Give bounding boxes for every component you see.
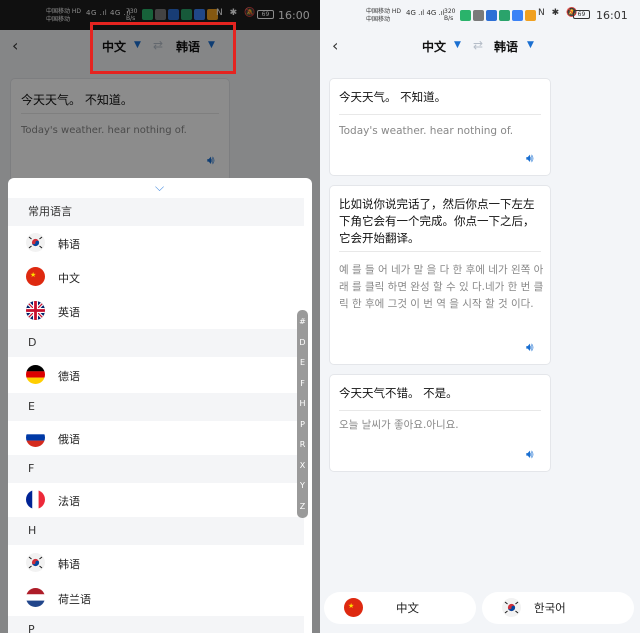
- uk-flag-icon: [26, 301, 45, 320]
- language-name: 韩语: [58, 558, 80, 571]
- index-letter[interactable]: F: [300, 374, 305, 395]
- swap-icon[interactable]: ⇄: [473, 38, 483, 52]
- chevron-down-icon[interactable]: ⌵: [155, 180, 164, 195]
- language-item[interactable]: 德语: [8, 358, 304, 392]
- translate-header: ‹ 中文 ▼ ⇄ 韩语 ▼: [320, 30, 640, 64]
- section-header-d: D: [8, 329, 304, 357]
- china-flag-icon: ★: [344, 598, 363, 617]
- language-item[interactable]: 荷兰语: [8, 581, 304, 615]
- language-item[interactable]: 俄语: [8, 421, 304, 455]
- back-icon[interactable]: ‹: [332, 36, 338, 55]
- notification-icons: [460, 10, 536, 21]
- language-item[interactable]: 法语: [8, 483, 304, 517]
- app-icon: [499, 10, 510, 21]
- source-text: 今天天气不错。 不是。: [339, 386, 458, 400]
- left-screen: 中国移动 HD 中国移动 4G .ıl 4G .ıl 730 B/s N ✱ 🔕…: [0, 0, 320, 633]
- index-letter[interactable]: #: [299, 312, 306, 333]
- language-name: 德语: [58, 370, 80, 383]
- bottom-language-bar: ★ 中文 한국어: [320, 584, 640, 633]
- language-name: 法语: [58, 495, 80, 508]
- chat-icon: [473, 10, 484, 21]
- language-item[interactable]: 英语: [8, 294, 304, 328]
- language-picker-sheet: ⌵ 常用语言 韩语 ★ 中文 英语 D 德语 E 俄语 F 法语 H 韩语 荷兰…: [8, 178, 312, 633]
- screenshot-root: 中国移动 HD 中国移动 4G .ıl 4G .ıl 730 B/s N ✱ 🔕…: [0, 0, 640, 633]
- alphabet-index-scrollbar[interactable]: # D E F H P R X Y Z: [297, 310, 308, 518]
- index-letter[interactable]: R: [300, 435, 306, 456]
- divider: [339, 114, 541, 115]
- section-header-common: 常用语言: [8, 198, 304, 226]
- language-name: 中文: [58, 272, 80, 285]
- svg-text:★: ★: [348, 602, 354, 610]
- index-letter[interactable]: P: [300, 415, 305, 436]
- index-letter[interactable]: D: [299, 333, 305, 354]
- pill-label: 中文: [396, 601, 419, 615]
- carrier-label: 中国移动 HD 中国移动: [366, 8, 402, 23]
- translated-text: Today's weather. hear nothing of.: [339, 125, 514, 137]
- divider: [339, 410, 541, 411]
- caret-down-icon[interactable]: ▼: [527, 40, 534, 50]
- translation-card[interactable]: 比如说你说完话了，然后你点一下左左下角它会有一个完成。你点一下之后，它会开始翻译…: [329, 185, 551, 365]
- netherlands-flag-icon: [26, 588, 45, 607]
- language-item[interactable]: ★ 中文: [8, 260, 304, 294]
- app-icon: [512, 10, 523, 21]
- language-name: 韩语: [58, 238, 80, 251]
- svg-text:★: ★: [30, 271, 36, 279]
- highlight-annotation-box: [90, 22, 236, 74]
- app-icon: [460, 10, 471, 21]
- language-name: 俄语: [58, 433, 80, 446]
- france-flag-icon: [26, 490, 45, 509]
- index-letter[interactable]: Z: [300, 497, 305, 518]
- divider: [339, 251, 541, 252]
- right-screen: 中国移动 HD 中国移动 4G .ıl 4G .ıl 320 B/s N ✱ 🔕…: [320, 0, 640, 633]
- source-text: 比如说你说完话了，然后你点一下左左下角它会有一个完成。你点一下之后，它会开始翻译…: [339, 197, 535, 245]
- pill-label: 한국어: [534, 601, 566, 615]
- speaker-icon[interactable]: 🔊︎: [526, 151, 534, 166]
- battery-icon: 69: [573, 10, 590, 19]
- clock: 16:01: [596, 9, 628, 22]
- status-bar: 中国移动 HD 中国移动 4G .ıl 4G .ıl 320 B/s N ✱ 🔕…: [320, 0, 640, 30]
- index-letter[interactable]: Y: [300, 476, 305, 497]
- korea-flag-icon: [26, 553, 45, 572]
- chinese-speak-button[interactable]: ★ 中文: [324, 592, 476, 624]
- china-flag-icon: ★: [26, 267, 45, 286]
- section-header-h: H: [8, 517, 304, 545]
- section-header-e: E: [8, 393, 304, 421]
- language-item[interactable]: 韩语: [8, 546, 304, 580]
- germany-flag-icon: [26, 365, 45, 384]
- translation-card[interactable]: 今天天气不错。 不是。 오늘 날씨가 좋아요.아니요. 🔊︎: [329, 374, 551, 472]
- app-icon: [486, 10, 497, 21]
- translated-text: 오늘 날씨가 좋아요.아니요.: [339, 419, 459, 431]
- speaker-icon[interactable]: 🔊︎: [526, 447, 534, 462]
- index-letter[interactable]: E: [300, 353, 305, 374]
- source-language-selector[interactable]: 中文: [422, 38, 446, 55]
- russia-flag-icon: [26, 428, 45, 447]
- speaker-icon[interactable]: 🔊︎: [526, 340, 534, 355]
- target-language-selector[interactable]: 韩语: [494, 38, 518, 55]
- korea-flag-icon: [26, 233, 45, 252]
- index-letter[interactable]: X: [300, 456, 305, 477]
- section-header-p: P: [8, 616, 304, 633]
- app-icon: [525, 10, 536, 21]
- language-name: 荷兰语: [58, 593, 91, 606]
- language-item[interactable]: 韩语: [8, 226, 304, 260]
- net-speed: 320 B/s: [444, 8, 456, 22]
- caret-down-icon[interactable]: ▼: [454, 40, 461, 50]
- korean-speak-button[interactable]: 한국어: [482, 592, 634, 624]
- source-text: 今天天气。 不知道。: [339, 90, 447, 104]
- korea-flag-icon: [502, 598, 521, 617]
- language-name: 英语: [58, 306, 80, 319]
- translated-text: 예 를 들 어 네가 말 을 다 한 후에 네가 왼쪽 아래 를 클릭 하면 완…: [339, 264, 544, 310]
- index-letter[interactable]: H: [299, 394, 305, 415]
- section-header-f: F: [8, 455, 304, 483]
- translation-card[interactable]: 今天天气。 不知道。 Today's weather. hear nothing…: [329, 78, 551, 176]
- signal-icon: 4G .ıl 4G .ıl: [406, 9, 445, 17]
